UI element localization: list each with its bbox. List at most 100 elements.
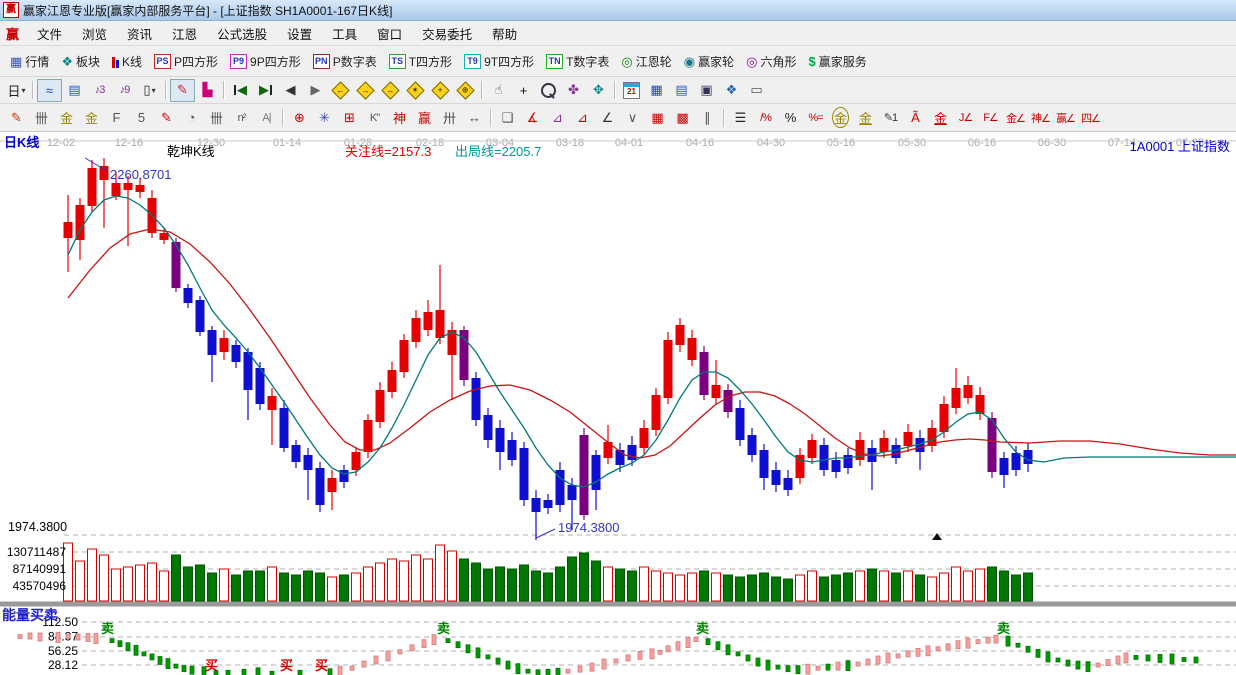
fib-f-button[interactable]: F (104, 106, 129, 129)
nine-p-square-button[interactable]: P99P四方形 (224, 51, 307, 72)
time-cycle-button[interactable]: ◔ (179, 106, 204, 129)
red-grid-button[interactable]: ▦ (645, 106, 670, 129)
crosshair-button[interactable]: + (511, 79, 536, 102)
percent-button[interactable]: % (778, 106, 803, 129)
percent-lines-button[interactable]: %= (803, 106, 828, 129)
diamond-target-button[interactable]: ⊕ (453, 79, 478, 102)
notes-button[interactable]: ▤ (669, 79, 694, 102)
brush-button[interactable]: ✎ (154, 106, 179, 129)
free-draw-button[interactable]: ✎ (4, 106, 29, 129)
k-mark-button[interactable]: K" (362, 106, 387, 129)
fan-box-button[interactable]: ⊿ (545, 106, 570, 129)
ying-button[interactable]: 赢 (412, 106, 437, 129)
kline-chart-canvas[interactable]: 12-0212-1612-3001-1401-2802-1803-0403-18… (0, 128, 1236, 675)
fan-box2-button[interactable]: ⊿ (570, 106, 595, 129)
width-measure-button[interactable]: ↔ (462, 106, 487, 129)
one-pencil-button[interactable]: ✎1 (878, 106, 903, 129)
draw-mode-button[interactable]: ✎ (170, 79, 195, 102)
cycle-tool-button[interactable]: ✥ (586, 79, 611, 102)
gold-split-b-button[interactable]: 金 (79, 106, 104, 129)
star-web-button[interactable]: ✳ (312, 106, 337, 129)
gold-circle-button[interactable]: 金 (828, 106, 853, 129)
diamond-expand-button[interactable]: ↔ (378, 79, 403, 102)
gann-wheel-button[interactable]: ◎江恩轮 (615, 51, 677, 72)
nav-prev-button[interactable]: ◀ (278, 79, 303, 102)
red-grid2-button[interactable]: ▩ (670, 106, 695, 129)
p-number-table-button[interactable]: PNP数字表 (307, 51, 383, 72)
menu-item-江恩[interactable]: 江恩 (162, 21, 207, 46)
nav-first-button[interactable]: ◀ (228, 79, 253, 102)
bars3-button[interactable]: ♪3 (87, 79, 112, 102)
diamond-left-button[interactable]: ← (328, 79, 353, 102)
spiral5-button[interactable]: 5 (129, 106, 154, 129)
gold-under-button[interactable]: 金 (928, 106, 953, 129)
title-bar: 赢 赢家江恩专业版[赢家内部服务平台] - [上证指数 SH1A0001-167… (0, 0, 1236, 21)
n-square-button[interactable]: n² (229, 106, 254, 129)
v-lines-button[interactable]: ∨ (620, 106, 645, 129)
bars9-button[interactable]: ♪9 (112, 79, 137, 102)
save-button[interactable]: ▣ (694, 79, 719, 102)
rect-select-button[interactable]: ❏ (495, 106, 520, 129)
p-square-button[interactable]: PSP四方形 (148, 51, 224, 72)
price-scale-button[interactable]: 卅 (437, 106, 462, 129)
winner-wheel-button[interactable]: ◉赢家轮 (678, 51, 740, 72)
gann-fan-button[interactable]: ∡ (520, 106, 545, 129)
gold-angle-button[interactable]: 金∠ (1003, 106, 1028, 129)
diamond-right-button[interactable]: → (353, 79, 378, 102)
menu-item-帮助[interactable]: 帮助 (482, 21, 527, 46)
menu-item-文件[interactable]: 文件 (27, 21, 72, 46)
mirror-button[interactable]: A| (254, 106, 279, 129)
angle-lines-button[interactable]: ∠ (595, 106, 620, 129)
t-number-table-button[interactable]: TNT数字表 (540, 51, 615, 72)
kline-button[interactable]: K线 (106, 51, 148, 72)
four-angle-button[interactable]: 四∠ (1078, 106, 1103, 129)
magnifier-button[interactable] (536, 79, 561, 102)
ruler-button[interactable]: 卌 (204, 106, 229, 129)
gold-split-a-button[interactable]: 金 (54, 106, 79, 129)
info-doc-button[interactable]: ▤ (62, 79, 87, 102)
diamond-star-button[interactable]: ✶ (403, 79, 428, 102)
print-button[interactable]: ▭ (744, 79, 769, 102)
menu-item-公式选股[interactable]: 公式选股 (207, 21, 277, 46)
shen-button[interactable]: 神 (387, 106, 412, 129)
nine-t-square-button[interactable]: T99T四方形 (458, 51, 540, 72)
gold-lines-button[interactable]: 金 (853, 106, 878, 129)
menu-item-交易委托[interactable]: 交易委托 (412, 21, 482, 46)
winner-service-button[interactable]: $赢家服务 (803, 51, 873, 72)
network-button[interactable]: ❖ (719, 79, 744, 102)
diamond-plus-button[interactable]: + (428, 79, 453, 102)
wave-a-button[interactable]: Ã (903, 106, 928, 129)
target-circle-button[interactable]: ⊕ (287, 106, 312, 129)
shen-angle-button[interactable]: 神∠ (1028, 106, 1053, 129)
hexagon-button[interactable]: ◎六角形 (740, 51, 802, 72)
parallel-button[interactable]: ∥ (695, 106, 720, 129)
j-angle-button[interactable]: J∠ (953, 106, 978, 129)
volume-profile-button[interactable]: ▙ (195, 79, 220, 102)
menu-item-浏览[interactable]: 浏览 (72, 21, 117, 46)
menu-item-窗口[interactable]: 窗口 (367, 21, 412, 46)
square-web-button[interactable]: ⊞ (337, 106, 362, 129)
speed-bars-button[interactable]: ☰ (728, 106, 753, 129)
app-menu-icon[interactable]: 赢 (6, 24, 19, 43)
menu-item-工具[interactable]: 工具 (322, 21, 367, 46)
navigation-toolbar: 日▾≈▤♪3♪9▯▾✎▙◀▶◀▶←→↔✶+⊕☝+✤✥21▦▤▣❖▭ (0, 77, 1236, 104)
ying-angle-button[interactable]: 赢∠ (1053, 106, 1078, 129)
t-square-button[interactable]: TST四方形 (383, 51, 458, 72)
sectors-button[interactable]: ❖板块 (55, 51, 106, 72)
kline-period-dropdown[interactable]: 日▾ (4, 79, 29, 102)
hand-tool-button[interactable]: ☝ (486, 79, 511, 102)
quotes-button[interactable]: ▦行情 (4, 51, 55, 72)
nav-last-button[interactable]: ▶ (253, 79, 278, 102)
calendar-button[interactable]: 21 (619, 79, 644, 102)
grid-lines-button[interactable]: 卌 (29, 106, 54, 129)
gann-tool-button[interactable]: ✤ (561, 79, 586, 102)
nav-next-button[interactable]: ▶ (303, 79, 328, 102)
calculator-button[interactable]: ▦ (644, 79, 669, 102)
percent-slash-button[interactable]: /% (753, 106, 778, 129)
menu-item-资讯[interactable]: 资讯 (117, 21, 162, 46)
trend-wave-button[interactable]: ≈ (37, 79, 62, 102)
menu-item-设置[interactable]: 设置 (277, 21, 322, 46)
calculator-icon: ▦ (650, 82, 662, 98)
f-angle-button[interactable]: F∠ (978, 106, 1003, 129)
candle-style-dropdown[interactable]: ▯▾ (137, 79, 162, 102)
